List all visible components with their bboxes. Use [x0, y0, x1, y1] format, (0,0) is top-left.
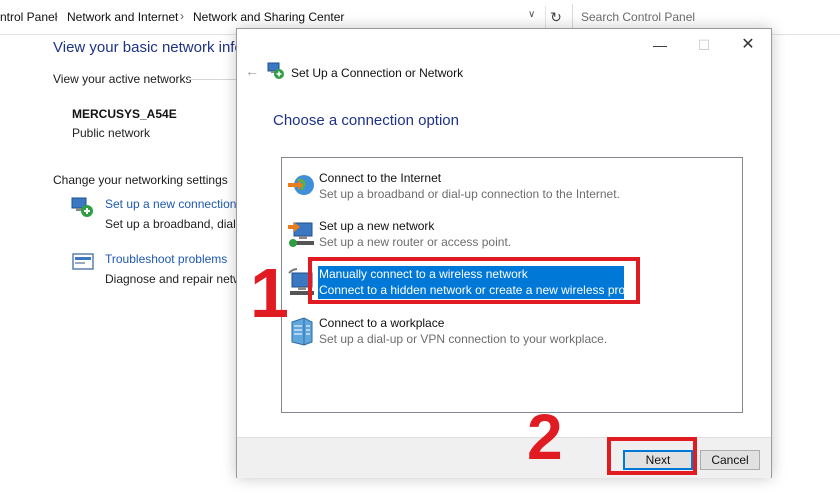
option-workplace[interactable]: Connect to a workplace Set up a dial-up … [282, 311, 742, 357]
troubleshoot-link[interactable]: Troubleshoot problems [105, 252, 227, 266]
breadcrumb-control-panel[interactable]: ntrol Panel [0, 10, 57, 24]
active-networks-label: View your active networks [53, 72, 192, 86]
chevron-down-icon[interactable]: ∨ [528, 9, 535, 20]
dialog-title: Set Up a Connection or Network [291, 66, 464, 80]
step2-highlight-box [607, 437, 697, 475]
option-desc: Set up a broadband or dial-up connection… [319, 187, 620, 201]
breadcrumb-network-sharing-center[interactable]: Network and Sharing Center [193, 10, 344, 24]
maximize-icon: ☐ [697, 37, 711, 53]
troubleshoot-icon [72, 253, 94, 270]
option-title: Connect to the Internet [319, 171, 442, 185]
setup-connection-dialog: — ☐ ✕ ← Set Up a Connection or Network C… [236, 28, 772, 478]
back-arrow-icon[interactable]: ← [245, 63, 259, 79]
troubleshoot-desc: Diagnose and repair netwo [105, 272, 249, 286]
close-icon[interactable]: ✕ [733, 35, 763, 55]
cancel-button[interactable]: Cancel [700, 450, 760, 470]
option-desc: Set up a dial-up or VPN connection to yo… [319, 332, 608, 346]
dialog-heading: Choose a connection option [273, 112, 459, 129]
refresh-icon[interactable]: ↻ [545, 6, 566, 28]
new-network-icon [288, 222, 314, 247]
divider [188, 79, 236, 80]
breadcrumb-separator-icon[interactable]: › [180, 9, 184, 23]
breadcrumb-network-and-internet[interactable]: Network and Internet [67, 10, 178, 24]
option-title: Set up a new network [319, 219, 435, 233]
minimize-icon[interactable]: — [645, 35, 675, 55]
workplace-icon [291, 317, 313, 346]
step1-label: 1 [250, 254, 289, 332]
step1-highlight-box [308, 257, 640, 304]
network-setup-icon [267, 62, 284, 79]
option-title: Connect to a workplace [319, 316, 445, 330]
search-input[interactable] [581, 9, 831, 25]
option-new-network[interactable]: Set up a new network Set up a new router… [282, 214, 742, 260]
setup-new-connection-link[interactable]: Set up a new connection or [105, 197, 250, 211]
option-connect-internet[interactable]: Connect to the Internet Set up a broadba… [282, 166, 742, 212]
network-name: MERCUSYS_A54E [72, 107, 177, 121]
internet-globe-icon [288, 175, 314, 195]
search-box [572, 4, 840, 30]
change-settings-label: Change your networking settings [53, 173, 228, 187]
option-desc: Set up a new router or access point. [319, 235, 512, 249]
setup-new-connection-desc: Set up a broadband, dial-u [105, 217, 247, 231]
breadcrumb-separator-icon[interactable]: › [54, 9, 58, 23]
step2-label: 2 [527, 401, 563, 473]
page-title: View your basic network info [53, 39, 243, 56]
network-type: Public network [72, 126, 151, 140]
network-setup-icon [71, 197, 93, 217]
